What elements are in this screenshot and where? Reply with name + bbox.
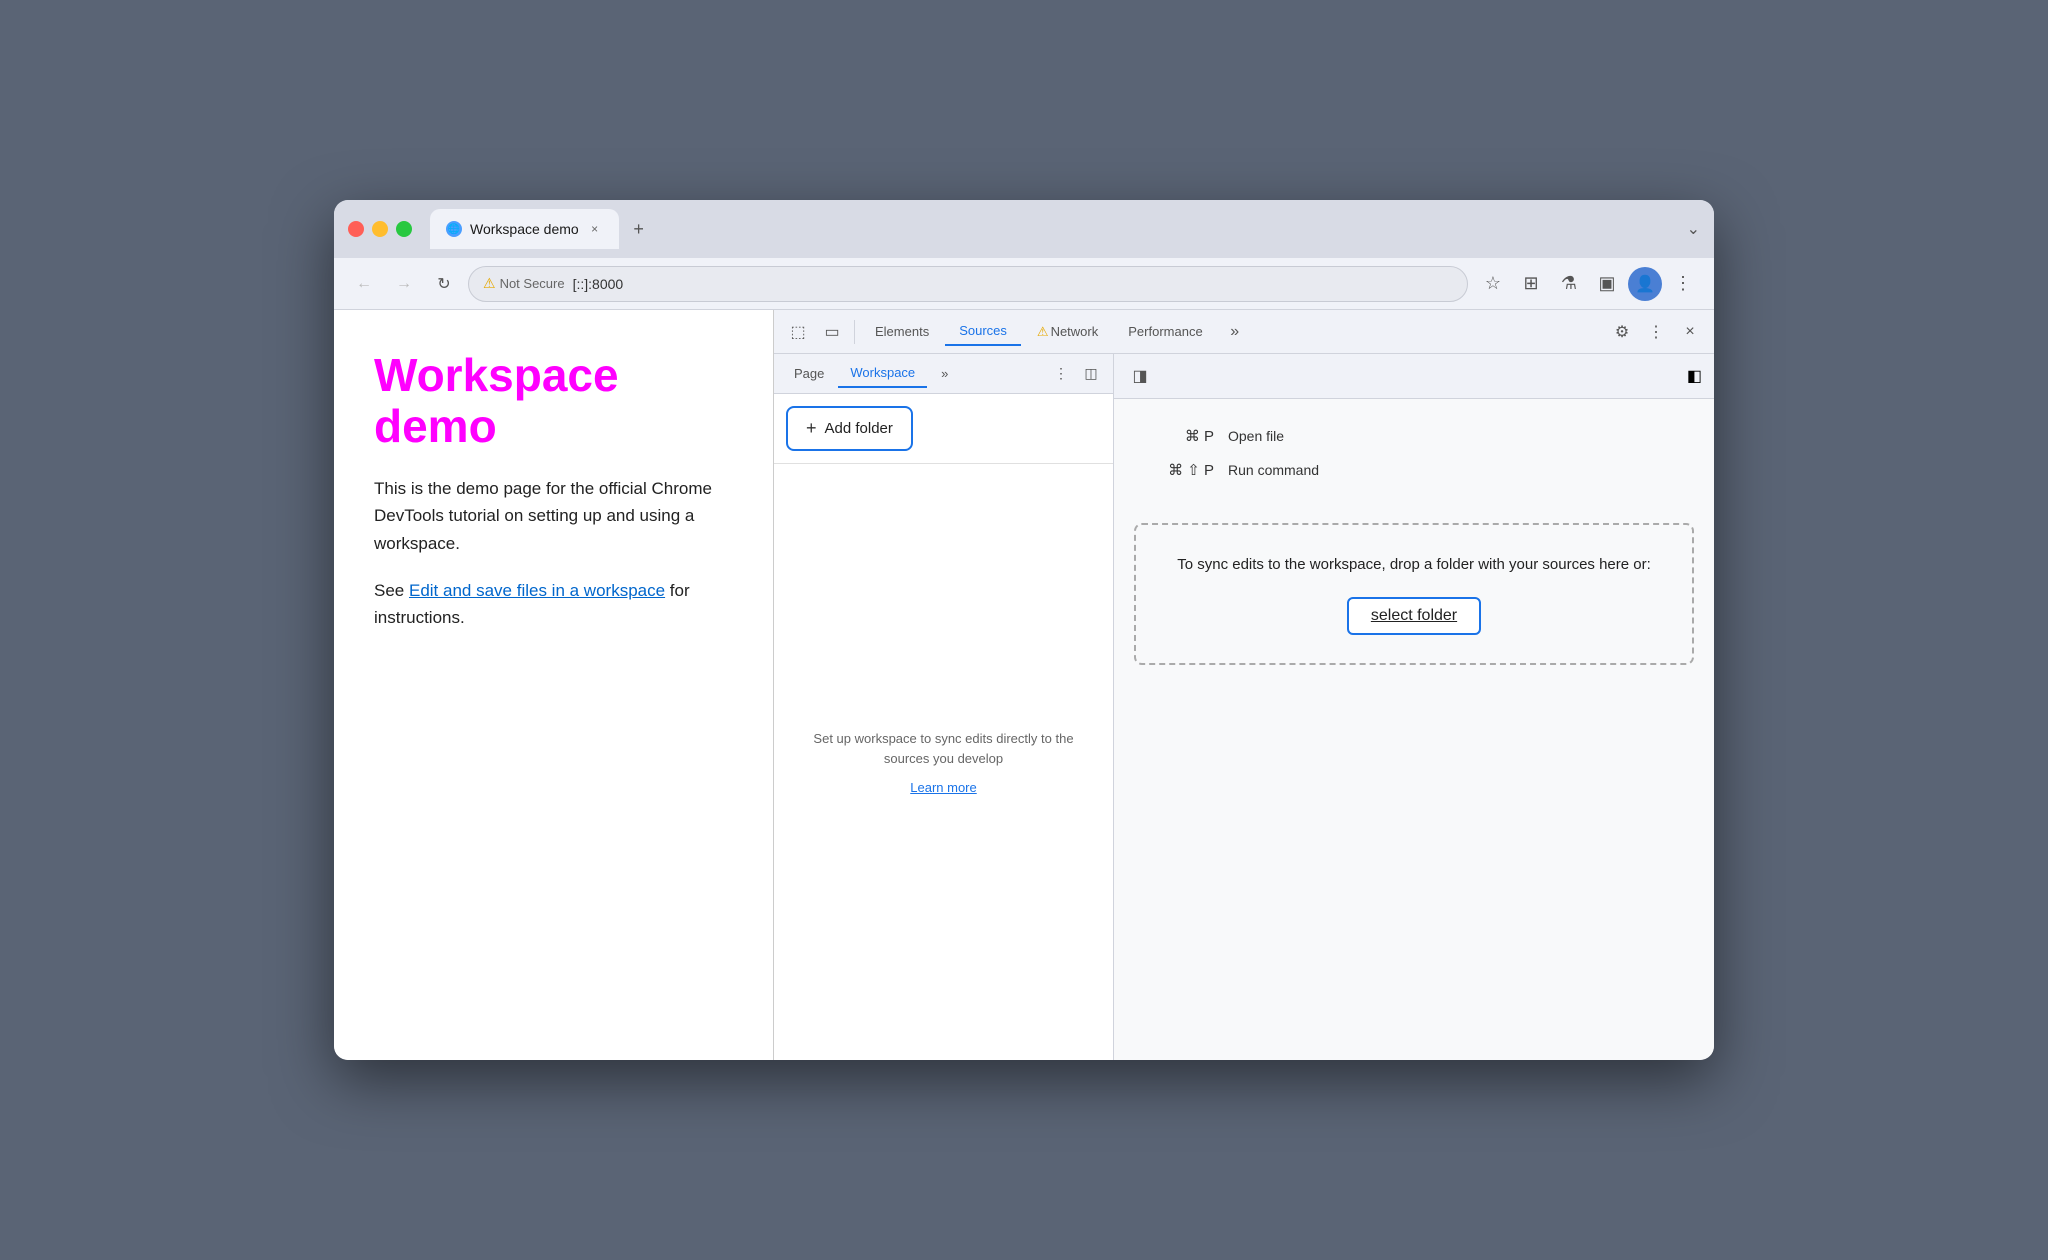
webpage-area: Workspace demo This is the demo page for… — [334, 310, 774, 1060]
devtools-settings-button[interactable]: ⚙ — [1606, 316, 1638, 348]
add-folder-plus-icon: + — [806, 418, 817, 439]
page-title: Workspace demo — [374, 350, 733, 451]
devtools-more-button[interactable]: ⋮ — [1640, 316, 1672, 348]
open-file-keys: ⌘ P — [1144, 427, 1214, 445]
more-tabs-button[interactable]: » — [1219, 316, 1251, 348]
toolbar-divider — [854, 320, 855, 344]
panel-toggle-icon[interactable]: ◨ — [1126, 362, 1154, 390]
page-desc-text1: This is the demo page for the official C… — [374, 479, 712, 552]
tab-elements[interactable]: Elements — [861, 318, 943, 345]
browser-window: 🌐 Workspace demo × + ⌄ ← → ↻ ⚠ Not Secur… — [334, 200, 1714, 1060]
sub-tab-more[interactable]: » — [929, 360, 960, 387]
profile-button[interactable]: 👤 — [1628, 267, 1662, 301]
drop-zone-text: To sync edits to the workspace, drop a f… — [1177, 553, 1651, 577]
add-folder-label: Add folder — [825, 420, 893, 437]
inspect-element-button[interactable]: ⬚ — [782, 316, 814, 348]
run-command-keys: ⌘ ⇧ P — [1144, 461, 1214, 479]
forward-button[interactable]: → — [388, 268, 420, 300]
main-content: Workspace demo This is the demo page for… — [334, 310, 1714, 1060]
bookmark-button[interactable]: ☆ — [1476, 267, 1510, 301]
extensions-button[interactable]: ⊞ — [1514, 267, 1548, 301]
sources-left-panel: Page Workspace » ⋮ ◫ + Add folder — [774, 354, 1114, 1060]
run-command-label: Run command — [1228, 462, 1319, 478]
active-tab[interactable]: 🌐 Workspace demo × — [430, 209, 619, 249]
sub-tab-page[interactable]: Page — [782, 360, 836, 387]
page-desc-link-row: See Edit and save files in a workspace f… — [374, 577, 733, 631]
sources-panel: Page Workspace » ⋮ ◫ + Add folder — [774, 354, 1714, 1060]
collapse-icon[interactable]: ◧ — [1687, 366, 1702, 386]
new-tab-button[interactable]: + — [623, 213, 655, 245]
sub-tab-more-icon[interactable]: ⋮ — [1047, 360, 1075, 388]
workspace-info-area: Set up workspace to sync edits directly … — [774, 464, 1113, 1060]
traffic-lights — [348, 221, 412, 237]
devtools-panel: ⬚ ▭ Elements Sources ⚠Network Performanc… — [774, 310, 1714, 1060]
back-button[interactable]: ← — [348, 268, 380, 300]
close-window-button[interactable] — [348, 221, 364, 237]
sources-sub-tabs: Page Workspace » ⋮ ◫ — [774, 354, 1113, 394]
workspace-link[interactable]: Edit and save files in a workspace — [409, 581, 665, 600]
tab-performance[interactable]: Performance — [1114, 318, 1216, 345]
nav-right-icons: ☆ ⊞ ⚗ ▣ 👤 ⋮ — [1476, 267, 1700, 301]
learn-more-link[interactable]: Learn more — [910, 780, 976, 795]
devtools-close-button[interactable]: × — [1674, 316, 1706, 348]
minimize-window-button[interactable] — [372, 221, 388, 237]
right-panel-top: ◨ ◧ — [1114, 354, 1714, 399]
sources-right-panel: ◨ ◧ ⌘ P Open file ⌘ ⇧ P Run command — [1114, 354, 1714, 1060]
drop-zone[interactable]: To sync edits to the workspace, drop a f… — [1134, 523, 1694, 665]
security-indicator: ⚠ Not Secure — [483, 275, 565, 292]
page-description: This is the demo page for the official C… — [374, 475, 733, 557]
split-view-button[interactable]: ▣ — [1590, 267, 1624, 301]
workspace-info-text: Set up workspace to sync edits directly … — [794, 729, 1093, 768]
tab-title: Workspace demo — [470, 221, 579, 237]
tab-network[interactable]: ⚠Network — [1023, 318, 1112, 346]
sub-tab-workspace[interactable]: Workspace — [838, 359, 927, 388]
toolbar-right-actions: ⚙ ⋮ × — [1606, 316, 1706, 348]
maximize-window-button[interactable] — [396, 221, 412, 237]
sub-tab-panel-icon[interactable]: ◫ — [1077, 360, 1105, 388]
device-toggle-button[interactable]: ▭ — [816, 316, 848, 348]
more-button[interactable]: ⋮ — [1666, 267, 1700, 301]
tab-close-button[interactable]: × — [587, 221, 603, 237]
labs-button[interactable]: ⚗ — [1552, 267, 1586, 301]
keyboard-shortcuts: ⌘ P Open file ⌘ ⇧ P Run command — [1114, 399, 1714, 507]
tab-favicon-icon: 🌐 — [446, 221, 462, 237]
not-secure-label: Not Secure — [500, 276, 565, 291]
tab-sources[interactable]: Sources — [945, 317, 1021, 346]
tab-list-button[interactable]: ⌄ — [1687, 219, 1700, 239]
refresh-button[interactable]: ↻ — [428, 268, 460, 300]
open-file-label: Open file — [1228, 428, 1284, 444]
shortcut-run-command: ⌘ ⇧ P Run command — [1144, 461, 1684, 479]
shortcut-open-file: ⌘ P Open file — [1144, 427, 1684, 445]
title-bar: 🌐 Workspace demo × + ⌄ — [334, 200, 1714, 258]
warning-icon: ⚠ — [483, 275, 496, 292]
nav-bar: ← → ↻ ⚠ Not Secure [::]:8000 ☆ ⊞ ⚗ ▣ 👤 ⋮ — [334, 258, 1714, 310]
tab-bar: 🌐 Workspace demo × + ⌄ — [430, 209, 1700, 249]
select-folder-button[interactable]: select folder — [1347, 597, 1481, 635]
page-desc-text2: See — [374, 581, 409, 600]
address-bar[interactable]: ⚠ Not Secure [::]:8000 — [468, 266, 1468, 302]
network-warning-icon: ⚠ — [1037, 324, 1049, 339]
url-text: [::]:8000 — [573, 276, 624, 292]
add-folder-button[interactable]: + Add folder — [786, 406, 913, 451]
add-folder-area: + Add folder — [774, 394, 1113, 464]
devtools-toolbar: ⬚ ▭ Elements Sources ⚠Network Performanc… — [774, 310, 1714, 354]
